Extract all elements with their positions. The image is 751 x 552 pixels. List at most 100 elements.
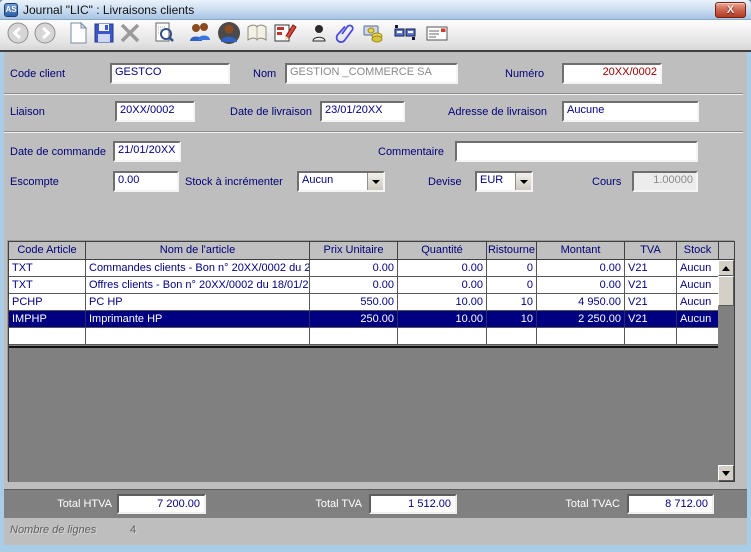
total-tvac-label: Total TVAC (532, 498, 620, 510)
cell-code: PCHP (9, 294, 86, 311)
network-button[interactable] (391, 22, 418, 49)
cell-prix: 250.00 (310, 311, 398, 328)
devise-select[interactable]: EUR (475, 171, 533, 192)
scroll-up-icon (722, 262, 730, 271)
total-tva-value: 1 512.00 (369, 494, 457, 514)
mail-button[interactable] (423, 22, 450, 49)
cell-code: IMPHP (9, 311, 86, 328)
cell-montant: 2 250.00 (537, 311, 625, 328)
col-header-stock[interactable]: Stock (677, 242, 719, 260)
back-button[interactable] (4, 22, 31, 49)
person-icon (307, 21, 331, 50)
table-row[interactable]: PCHP PC HP 550.00 10.00 10 4 950.00 V21 … (9, 294, 719, 311)
dropdown-arrow-icon[interactable] (515, 173, 531, 190)
cell-stock: Aucun (677, 311, 719, 328)
client-button[interactable] (215, 22, 242, 49)
cell-ristourne: 0 (487, 277, 537, 294)
titlebar[interactable]: AS Journal "LIC" : Livraisons clients X (0, 0, 751, 20)
col-header-code-article[interactable]: Code Article (9, 242, 86, 260)
payment-button[interactable] (359, 22, 386, 49)
date-commande-input[interactable]: 21/01/20XX (113, 141, 181, 162)
forward-button[interactable] (31, 22, 58, 49)
scroll-down-button[interactable] (718, 465, 734, 481)
cell-stock: Aucun (677, 294, 719, 311)
catalog-button[interactable] (243, 22, 270, 49)
cell-tva: V21 (625, 311, 677, 328)
print-preview-icon (152, 21, 176, 50)
numero-input[interactable]: 20XX/0002 (562, 63, 662, 84)
open-book-icon (245, 21, 269, 50)
totals-bar: Total HTVA 7 200.00 Total TVA 1 512.00 T… (4, 489, 747, 518)
date-livraison-label: Date de livraison (230, 106, 312, 118)
attachment-button[interactable] (331, 22, 358, 49)
total-tva-label: Total TVA (282, 498, 362, 510)
adresse-livraison-input[interactable]: Aucune (562, 101, 699, 122)
cell-montant: 0.00 (537, 277, 625, 294)
cell-quantite: 0.00 (398, 260, 487, 277)
table-row[interactable]: TXT Commandes clients - Bon n° 20XX/0002… (9, 260, 719, 277)
print-preview-button[interactable] (150, 22, 177, 49)
dropdown-arrow-icon[interactable] (367, 173, 383, 190)
articles-table: Code Article Nom de l'article Prix Unita… (8, 241, 735, 482)
liaison-label: Liaison (10, 106, 45, 118)
stock-incrementer-value: Aucun (299, 173, 367, 190)
scrollbar-track[interactable] (718, 306, 734, 465)
liaison-input[interactable]: 20XX/0002 (115, 101, 195, 122)
new-document-button[interactable] (64, 22, 91, 49)
cell-montant: 0.00 (537, 260, 625, 277)
toolbar: Période 01/20XX ? (0, 20, 751, 52)
window-title: Journal "LIC" : Livraisons clients (23, 3, 194, 17)
cell-ristourne: 10 (487, 294, 537, 311)
col-header-nom-article[interactable]: Nom de l'article (86, 242, 310, 260)
app-icon: AS (4, 3, 18, 17)
table-row[interactable]: TXT Offres clients - Bon n° 20XX/0002 du… (9, 277, 719, 294)
col-header-ristourne[interactable]: Ristourne (487, 242, 537, 260)
col-header-prix-unitaire[interactable]: Prix Unitaire (310, 242, 398, 260)
devise-label: Devise (428, 176, 462, 188)
escompte-label: Escompte (10, 176, 59, 188)
cell-ristourne: 10 (487, 311, 537, 328)
scroll-down-icon (722, 471, 730, 480)
cell-nom: Commandes clients - Bon n° 20XX/0002 du … (86, 260, 310, 277)
col-header-tva[interactable]: TVA (625, 242, 677, 260)
table-header-row: Code Article Nom de l'article Prix Unita… (9, 242, 719, 260)
cell-ristourne: 0 (487, 260, 537, 277)
network-icon (393, 21, 417, 50)
escompte-input[interactable]: 0.00 (113, 171, 179, 192)
calendar-pencil-icon (273, 21, 297, 50)
cell-stock: Aucun (677, 277, 719, 294)
col-header-quantite[interactable]: Quantité (398, 242, 487, 260)
table-empty-area (9, 346, 719, 482)
save-button[interactable] (90, 22, 117, 49)
date-livraison-input[interactable]: 23/01/20XX (320, 101, 405, 122)
table-row-selected[interactable]: IMPHP Imprimante HP 250.00 10.00 10 2 25… (9, 311, 719, 328)
delete-button[interactable] (116, 22, 143, 49)
clients-button[interactable] (186, 22, 213, 49)
section-separator (4, 131, 743, 133)
cell-tva: V21 (625, 277, 677, 294)
table-row-empty[interactable] (9, 328, 719, 345)
cell-nom: Offres clients - Bon n° 20XX/0002 du 18/… (86, 277, 310, 294)
commentaire-input[interactable] (455, 141, 698, 162)
clients-icon (188, 21, 212, 50)
calendar-button[interactable] (271, 22, 298, 49)
scroll-up-button[interactable] (718, 260, 734, 276)
cours-label: Cours (592, 176, 621, 188)
devise-value: EUR (477, 173, 515, 190)
line-count-label: Nombre de lignes (10, 524, 96, 536)
cell-quantite: 10.00 (398, 311, 487, 328)
new-document-icon (66, 21, 90, 50)
code-client-input[interactable]: GESTCO (110, 63, 230, 84)
contact-button[interactable] (305, 22, 332, 49)
stock-incrementer-select[interactable]: Aucun (297, 171, 385, 192)
section-separator (4, 93, 743, 95)
app-window: AS Journal "LIC" : Livraisons clients X (0, 0, 751, 552)
date-commande-label: Date de commande (10, 146, 106, 158)
scrollbar-header-spacer (718, 242, 734, 260)
scrollbar-thumb[interactable] (718, 276, 734, 306)
cell-quantite: 0.00 (398, 277, 487, 294)
vertical-scrollbar[interactable] (718, 242, 734, 481)
close-button[interactable]: X (715, 2, 746, 18)
col-header-montant[interactable]: Montant (537, 242, 625, 260)
cell-stock: Aucun (677, 260, 719, 277)
